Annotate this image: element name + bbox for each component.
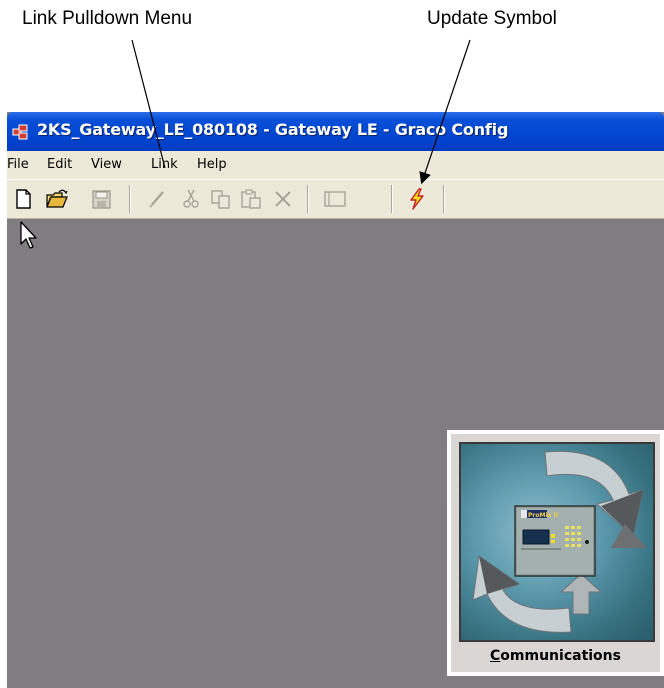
cut-icon — [183, 189, 199, 208]
menu-bar: File Edit View Link Help — [7, 151, 664, 180]
new-button[interactable] — [11, 187, 35, 211]
cut-button[interactable] — [179, 187, 203, 211]
communications-label: Communications — [451, 648, 660, 664]
communications-panel: ProMix II Communications — [447, 430, 664, 676]
app-icon — [12, 124, 28, 140]
link-menu-callout: Link Pulldown Menu — [22, 8, 193, 29]
open-icon — [46, 189, 68, 208]
window-title: 2KS_Gateway_LE_080108 - Gateway LE - Gra… — [37, 120, 509, 139]
copy-button[interactable] — [209, 187, 233, 211]
toolbar — [7, 180, 664, 219]
new-icon — [16, 189, 31, 209]
save-icon — [92, 190, 111, 209]
toolbar-separator — [129, 185, 131, 213]
toolbar-separator — [391, 185, 393, 213]
paste-button[interactable] — [239, 187, 263, 211]
paste-icon — [241, 189, 261, 209]
device-badge-text: ProMix II — [528, 512, 558, 519]
menu-file[interactable]: File — [7, 157, 29, 172]
window-button[interactable] — [323, 187, 347, 211]
menu-edit[interactable]: Edit — [47, 157, 72, 172]
communications-icon: ProMix II — [472, 450, 647, 633]
copy-icon — [211, 190, 230, 209]
window-icon — [324, 191, 346, 207]
delete-icon — [275, 191, 291, 207]
edit-button[interactable] — [145, 187, 169, 211]
menu-view[interactable]: View — [91, 157, 122, 172]
communications-label-accel: C — [490, 648, 501, 664]
delete-button[interactable] — [271, 187, 295, 211]
communications-label-text: ommunications — [500, 648, 621, 664]
save-button[interactable] — [89, 187, 113, 211]
menu-link[interactable]: Link — [151, 157, 178, 172]
toolbar-separator — [443, 185, 445, 213]
mouse-cursor-icon — [20, 221, 37, 249]
communications-button[interactable]: ProMix II — [459, 442, 655, 642]
menu-help[interactable]: Help — [197, 157, 227, 172]
pencil-icon — [149, 191, 164, 208]
communications-frame: ProMix II Communications — [451, 434, 660, 672]
open-button[interactable] — [45, 187, 69, 211]
update-icon — [410, 188, 424, 210]
update-button[interactable] — [405, 187, 429, 211]
toolbar-separator — [307, 185, 309, 213]
update-symbol-callout: Update Symbol — [427, 8, 557, 29]
title-bar[interactable]: 2KS_Gateway_LE_080108 - Gateway LE - Gra… — [7, 112, 664, 151]
